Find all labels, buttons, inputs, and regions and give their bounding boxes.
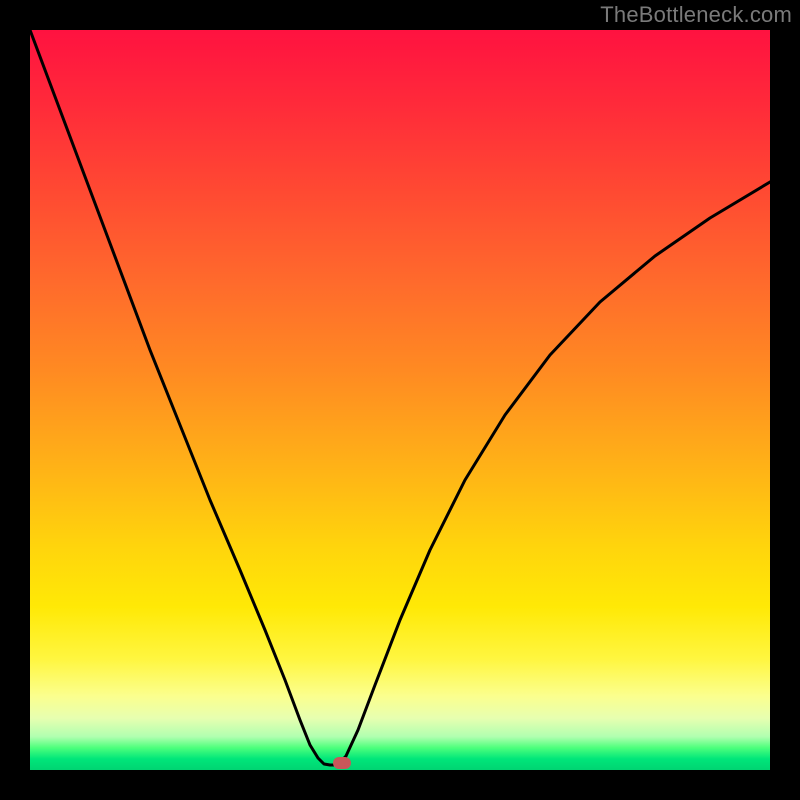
optimum-marker xyxy=(333,757,351,769)
watermark-text: TheBottleneck.com xyxy=(600,2,792,28)
chart-frame xyxy=(30,30,770,770)
bottleneck-curve xyxy=(30,30,770,770)
